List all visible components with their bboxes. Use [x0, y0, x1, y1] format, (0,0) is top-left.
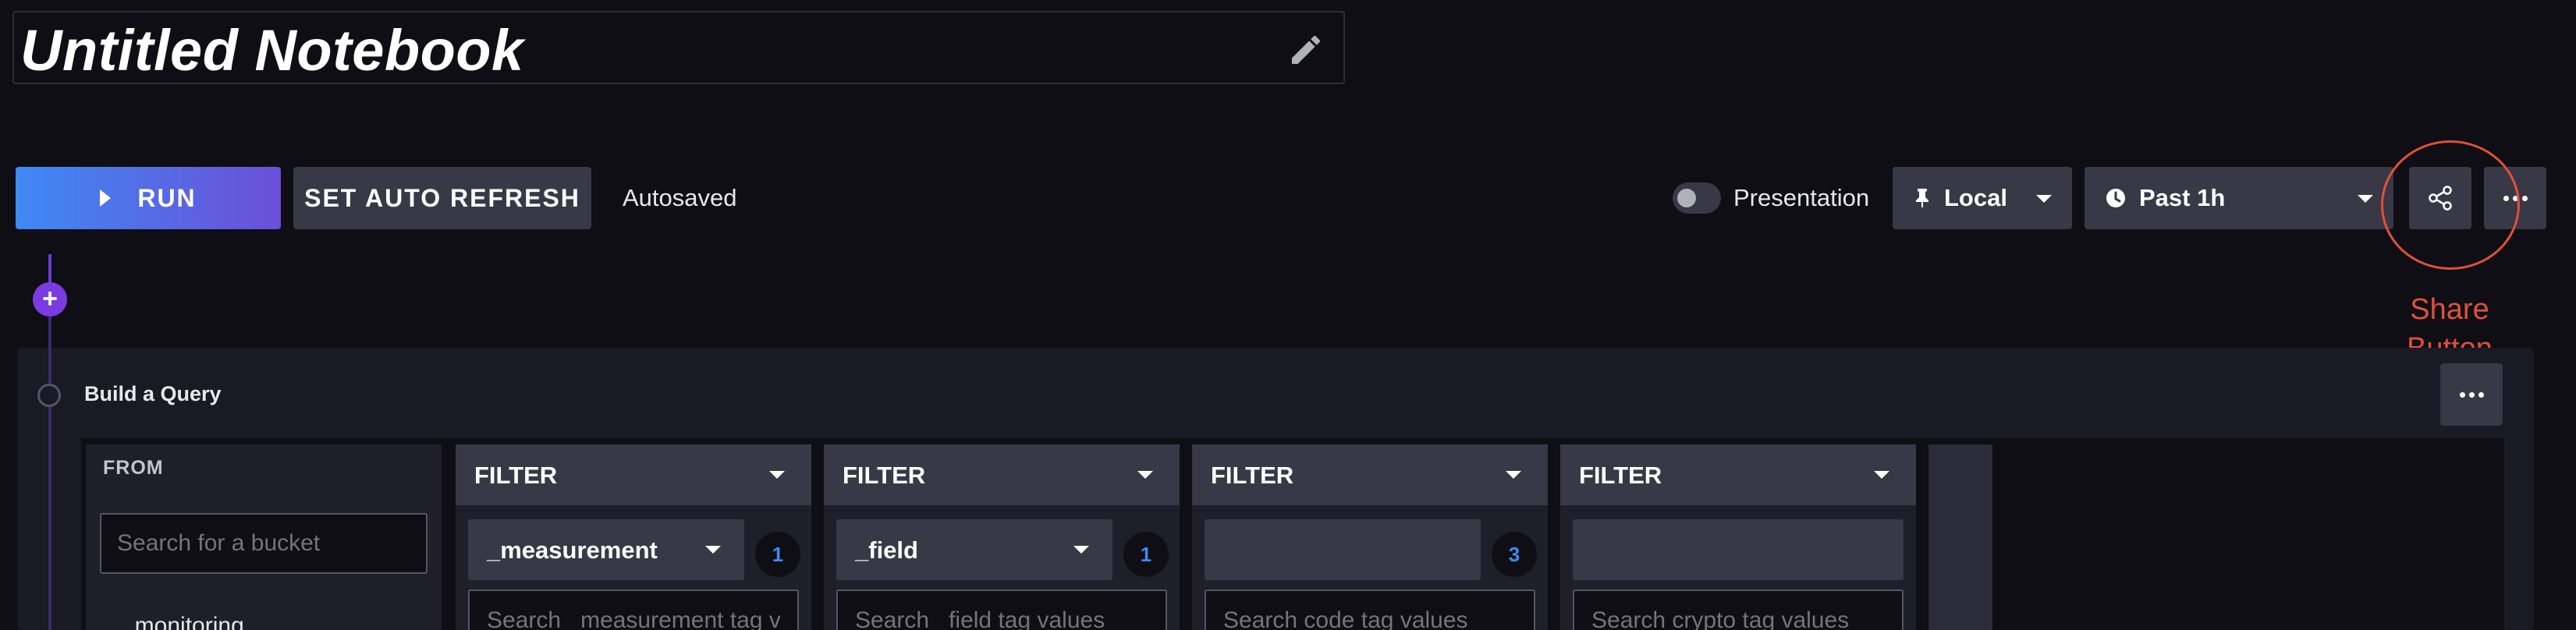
panel-more-button[interactable] — [2440, 363, 2503, 426]
auto-refresh-button[interactable]: SET AUTO REFRESH — [293, 167, 591, 229]
panel-timeline-dot — [37, 384, 61, 407]
pencil-icon[interactable] — [1287, 31, 1325, 69]
chevron-down-icon — [1874, 471, 1889, 479]
chevron-down-icon — [2036, 195, 2052, 203]
add-filter-card[interactable] — [1928, 444, 1992, 630]
filter-type-label: FILTER — [1211, 462, 1294, 489]
timezone-dropdown[interactable]: Local — [1893, 167, 2072, 229]
filter-type-dropdown[interactable]: FILTER × — [1192, 444, 1585, 505]
notebook-toolbar: RUN SET AUTO REFRESH Autosaved Presentat… — [0, 167, 2576, 229]
presentation-label: Presentation — [1733, 184, 1870, 211]
bucket-search-input[interactable] — [100, 513, 428, 574]
presentation-toggle[interactable] — [1673, 182, 1721, 214]
filter-type-dropdown[interactable]: FILTER — [456, 444, 811, 505]
bucket-list-item[interactable]: _monitoring — [122, 613, 244, 630]
filter-card-crypto: FILTER × — [1560, 444, 1953, 630]
chevron-down-icon — [1137, 471, 1153, 479]
tag-values-search-input[interactable] — [468, 589, 799, 630]
notebook-title-field[interactable]: Untitled Notebook — [12, 11, 1345, 84]
filter-type-dropdown[interactable]: FILTER × — [824, 444, 1217, 505]
filter-card-measurement: FILTER _measurement 1 — [456, 444, 811, 630]
filter-type-dropdown[interactable]: FILTER × — [1560, 444, 1953, 505]
clock-icon — [2106, 189, 2125, 207]
auto-refresh-label: SET AUTO REFRESH — [304, 183, 580, 212]
run-button-label: RUN — [137, 183, 197, 212]
filter-type-label: FILTER — [474, 462, 558, 489]
tag-values-search-input[interactable] — [1573, 589, 1904, 630]
notebook-title[interactable]: Untitled Notebook — [20, 17, 524, 83]
filter-key-dropdown[interactable]: _field — [836, 519, 1112, 580]
add-panel-button[interactable]: + — [33, 282, 67, 317]
filter-key-label: _measurement — [487, 536, 658, 564]
tag-values-search-input[interactable] — [1205, 589, 1535, 630]
filter-key-dropdown[interactable] — [1573, 519, 1904, 580]
from-card: FROM _monitoring — [86, 444, 442, 630]
chevron-down-icon — [769, 471, 785, 479]
selected-count-badge: 1 — [755, 532, 800, 577]
time-range-label: Past 1h — [2139, 184, 2226, 211]
share-button-highlight — [2381, 140, 2520, 270]
chevron-down-icon — [2358, 195, 2373, 203]
tag-values-search-input[interactable] — [836, 589, 1167, 630]
selected-count-badge: 1 — [1123, 532, 1169, 577]
filter-key-dropdown[interactable] — [1205, 519, 1481, 580]
more-dots-icon — [2459, 391, 2484, 398]
filter-type-label: FILTER — [843, 462, 926, 489]
chevron-down-icon — [1506, 471, 1521, 479]
filter-card-field: FILTER × _field 1 — [824, 444, 1217, 630]
from-label: FROM — [103, 457, 164, 479]
play-icon — [100, 189, 112, 207]
timezone-label: Local — [1944, 184, 2007, 211]
time-range-dropdown[interactable]: Past 1h — [2085, 167, 2393, 229]
pin-icon — [1916, 189, 1928, 207]
save-status: Autosaved — [623, 184, 737, 211]
selected-count-badge: 3 — [1492, 532, 1537, 577]
panel-title: Build a Query — [84, 382, 222, 405]
toggle-knob — [1677, 189, 1696, 207]
filter-key-dropdown[interactable]: _measurement — [468, 519, 744, 580]
chevron-down-icon — [1073, 546, 1089, 554]
filter-card-code: FILTER × 3 — [1192, 444, 1585, 630]
chevron-down-icon — [705, 546, 721, 554]
filter-type-label: FILTER — [1579, 462, 1662, 489]
filter-key-label: _field — [855, 536, 918, 564]
run-button[interactable]: RUN — [16, 167, 281, 229]
